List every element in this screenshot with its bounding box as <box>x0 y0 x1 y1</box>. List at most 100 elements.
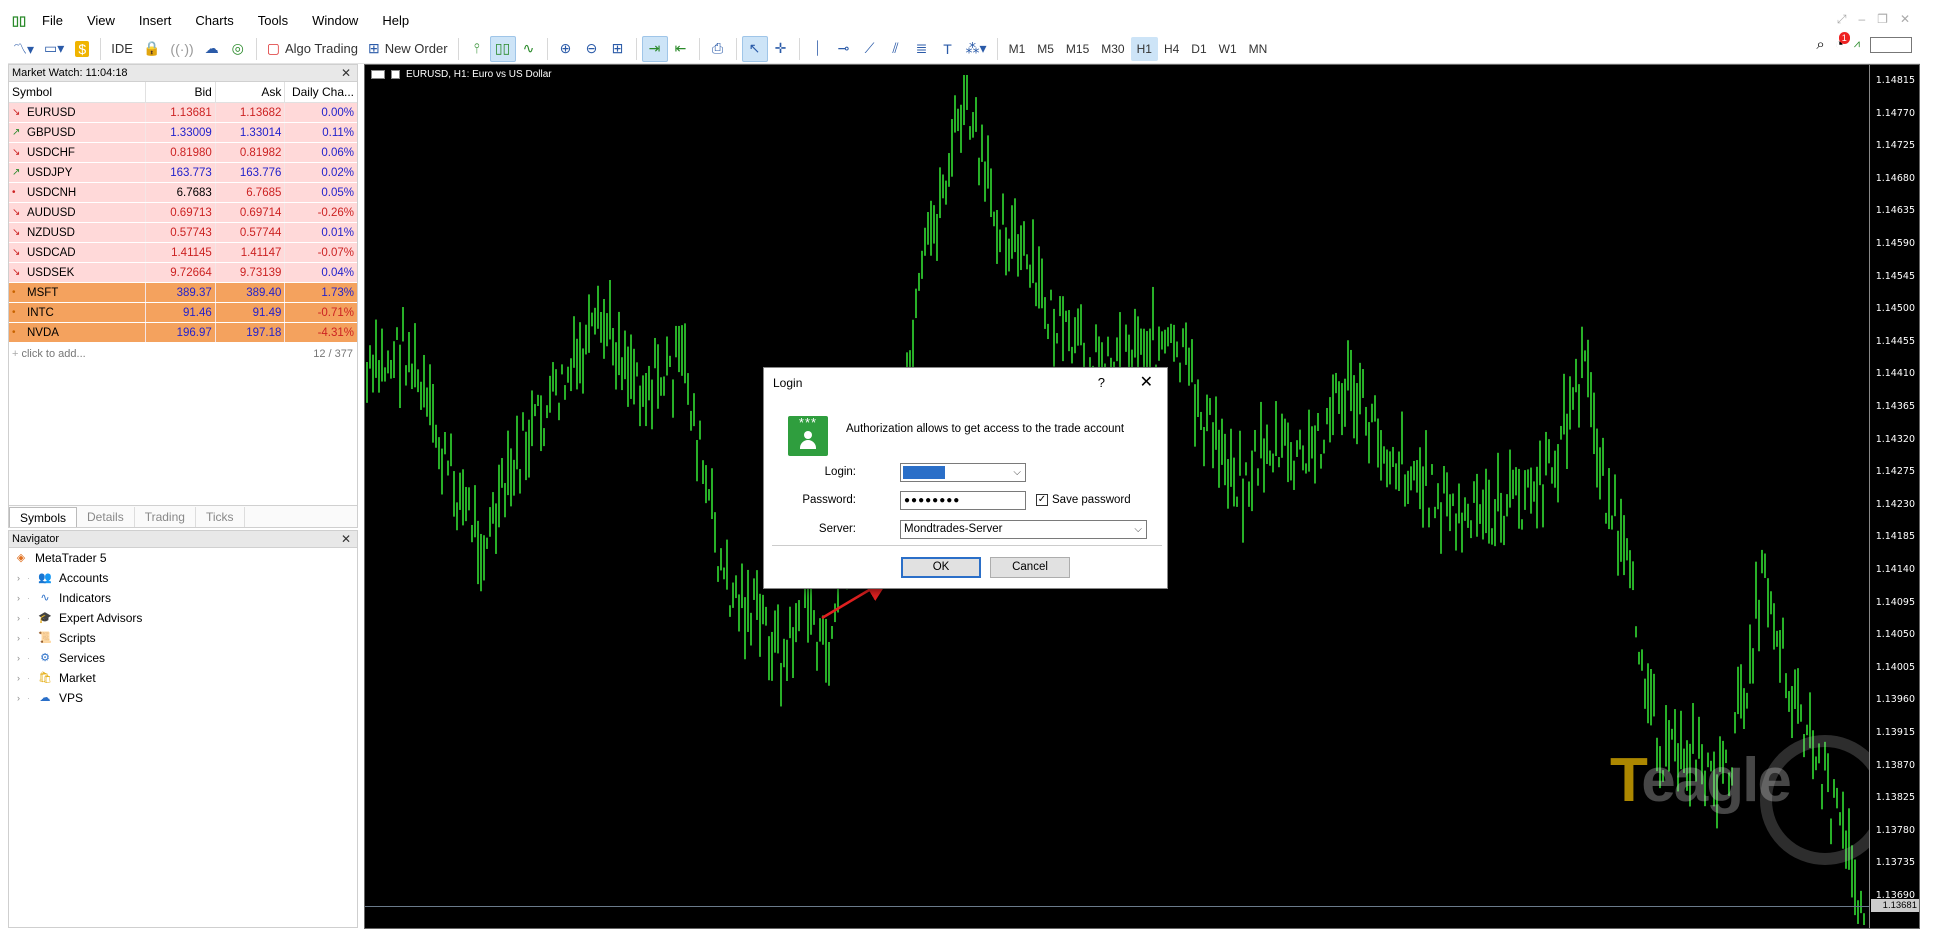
table-row[interactable]: ↘ AUDUSD 0.69713 0.69714 -0.26% <box>9 203 357 223</box>
close-icon[interactable]: ✕ <box>1900 12 1910 27</box>
table-row[interactable]: ↘ USDSEK 9.72664 9.73139 0.04% <box>9 263 357 283</box>
menu-window[interactable]: Window <box>300 8 370 34</box>
chart-menu-icon[interactable] <box>391 70 400 79</box>
shapes-button[interactable]: ⁂▾ <box>961 36 992 62</box>
screenshot-button[interactable]: ⎙ <box>705 36 731 62</box>
timeframe-m1[interactable]: M1 <box>1003 37 1032 61</box>
tab-trading[interactable]: Trading <box>135 507 196 527</box>
table-row[interactable]: ↘ NZDUSD 0.57743 0.57744 0.01% <box>9 223 357 243</box>
new-order-button[interactable]: ⊞ New Order <box>363 36 453 62</box>
timeframe-w1[interactable]: W1 <box>1213 37 1243 61</box>
price-axis[interactable]: 1.13681 1.14815 1.14770 1.14725 1.14680 1.14… <box>1869 65 1919 928</box>
nav-item-services[interactable]: › · ⚙ Services <box>9 648 357 668</box>
expand-icon[interactable]: › <box>17 688 27 708</box>
market-button[interactable]: $ <box>69 36 95 62</box>
timeframe-d1[interactable]: D1 <box>1185 37 1212 61</box>
line-button[interactable]: ∿ <box>516 36 542 62</box>
zoom-out-button[interactable]: ⊖ <box>579 36 605 62</box>
close-icon[interactable]: ✕ <box>341 65 351 82</box>
expand-icon[interactable]: › <box>17 568 27 588</box>
table-row[interactable]: ↘ USDCHF 0.81980 0.81982 0.06% <box>9 143 357 163</box>
table-row[interactable]: • MSFT 389.37 389.40 1.73% <box>9 283 357 303</box>
nav-root[interactable]: ◈ MetaTrader 5 <box>9 548 357 568</box>
ask-cell: 0.57744 <box>216 223 286 242</box>
table-row[interactable]: ↘ EURUSD 1.13681 1.13682 0.00% <box>9 103 357 123</box>
timeframe-m15[interactable]: M15 <box>1060 37 1095 61</box>
table-row[interactable]: ↘ USDCAD 1.41145 1.41147 -0.07% <box>9 243 357 263</box>
expand-icon[interactable]: › <box>17 648 27 668</box>
algo-trading-button[interactable]: ▢ Algo Trading <box>262 36 363 62</box>
table-row[interactable]: ↗ USDJPY 163.773 163.776 0.02% <box>9 163 357 183</box>
password-field[interactable]: ●●●●●●●● <box>900 491 1026 510</box>
table-row[interactable]: ↗ GBPUSD 1.33009 1.33014 0.11% <box>9 123 357 143</box>
chart-shift-button[interactable]: ⇤ <box>668 36 694 62</box>
dialog-close-button[interactable]: ✕ <box>1140 368 1153 398</box>
ide-button[interactable]: IDE <box>106 36 138 62</box>
expand-icon[interactable]: › <box>17 608 27 628</box>
expand-icon[interactable]: › <box>17 668 27 688</box>
ok-button[interactable]: OK <box>901 557 981 578</box>
fibonacci-button[interactable]: ≣ <box>909 36 935 62</box>
zoom-in-button[interactable]: ⊕ <box>553 36 579 62</box>
menu-tools[interactable]: Tools <box>246 8 300 34</box>
expand-icon[interactable]: › <box>17 628 27 648</box>
tab-ticks[interactable]: Ticks <box>196 507 245 527</box>
lock-button[interactable]: 🔒 <box>138 36 165 62</box>
bar-chart-button[interactable]: ⫯ <box>464 36 490 62</box>
profiles-button[interactable]: ▭▾ <box>39 36 69 62</box>
menu-file[interactable]: File <box>30 8 75 34</box>
timeframe-h1[interactable]: H1 <box>1130 36 1158 61</box>
tab-details[interactable]: Details <box>77 507 135 527</box>
server-dropdown[interactable]: Mondtrades-Server ⌵ <box>900 520 1147 539</box>
crosshair-button[interactable]: ✛ <box>768 36 794 62</box>
nav-item-indicators[interactable]: › · ∿ Indicators <box>9 588 357 608</box>
autoscroll-button[interactable]: ⇥ <box>641 35 668 62</box>
menu-charts[interactable]: Charts <box>183 8 245 34</box>
text-button[interactable]: T <box>935 36 961 62</box>
nav-item-market[interactable]: › · 🛍 Market <box>9 668 357 688</box>
cancel-button[interactable]: Cancel <box>990 557 1070 578</box>
column-bid[interactable]: Bid <box>146 82 216 102</box>
minimize-icon[interactable]: – <box>1858 12 1865 27</box>
close-icon[interactable]: ✕ <box>341 531 351 548</box>
timeframe-mn[interactable]: MN <box>1243 37 1274 61</box>
cursor-button[interactable]: ↖ <box>741 35 768 62</box>
notifications-button[interactable]: ◔ 1 <box>1835 32 1850 53</box>
save-password-checkbox[interactable]: ✓ <box>1036 494 1048 506</box>
menu-help[interactable]: Help <box>370 8 421 34</box>
tab-symbols[interactable]: Symbols <box>9 507 78 527</box>
help-button[interactable]: ? <box>1098 368 1105 398</box>
trendline-button[interactable]: ⟋ <box>857 36 883 62</box>
strategy-button[interactable]: ◎ <box>225 36 251 62</box>
table-row[interactable]: • NVDA 196.97 197.18 -4.31% <box>9 323 357 343</box>
column-symbol[interactable]: Symbol <box>9 82 147 102</box>
channel-button[interactable]: ⫽ <box>883 36 909 62</box>
vps-button[interactable]: ☁ <box>199 36 225 62</box>
save-password-label[interactable]: Save password <box>1052 494 1131 506</box>
new-chart-button[interactable]: 〽▾ <box>8 36 39 62</box>
nav-item-expert-advisors[interactable]: › · 🎓 Expert Advisors <box>9 608 357 628</box>
table-row[interactable]: • USDCNH 6.7683 6.7685 0.05% <box>9 183 357 203</box>
expand-icon[interactable]: › <box>17 588 27 608</box>
menu-view[interactable]: View <box>75 8 127 34</box>
menu-insert[interactable]: Insert <box>127 8 184 34</box>
horizontal-line-button[interactable]: ⊸ <box>831 36 857 62</box>
tile-windows-button[interactable]: ⊞ <box>605 36 631 62</box>
timeframe-h4[interactable]: H4 <box>1158 37 1185 61</box>
login-dropdown[interactable]: ⌵ <box>900 463 1026 482</box>
vertical-line-button[interactable]: ⏐ <box>805 36 831 62</box>
timeframe-m5[interactable]: M5 <box>1031 37 1060 61</box>
table-row[interactable]: • INTC 91.46 91.49 -0.71% <box>9 303 357 323</box>
candlestick-button[interactable]: ▯▯ <box>489 35 516 62</box>
column-daily-change[interactable]: Daily Cha... <box>285 82 357 102</box>
detach-icon[interactable]: ⤢ <box>1837 12 1847 27</box>
signal-button[interactable]: ((·)) <box>165 36 198 62</box>
timeframe-m30[interactable]: M30 <box>1095 37 1130 61</box>
nav-item-accounts[interactable]: › · 👥 Accounts <box>9 568 357 588</box>
column-ask[interactable]: Ask <box>216 82 286 102</box>
restore-icon[interactable]: ❐ <box>1877 12 1888 27</box>
nav-item-vps[interactable]: › · ☁ VPS <box>9 688 357 708</box>
search-icon[interactable]: ⌕ <box>1816 36 1824 53</box>
nav-item-scripts[interactable]: › · 📜 Scripts <box>9 628 357 648</box>
click-to-add-row[interactable]: + click to add... 12 / 377 <box>9 343 357 365</box>
